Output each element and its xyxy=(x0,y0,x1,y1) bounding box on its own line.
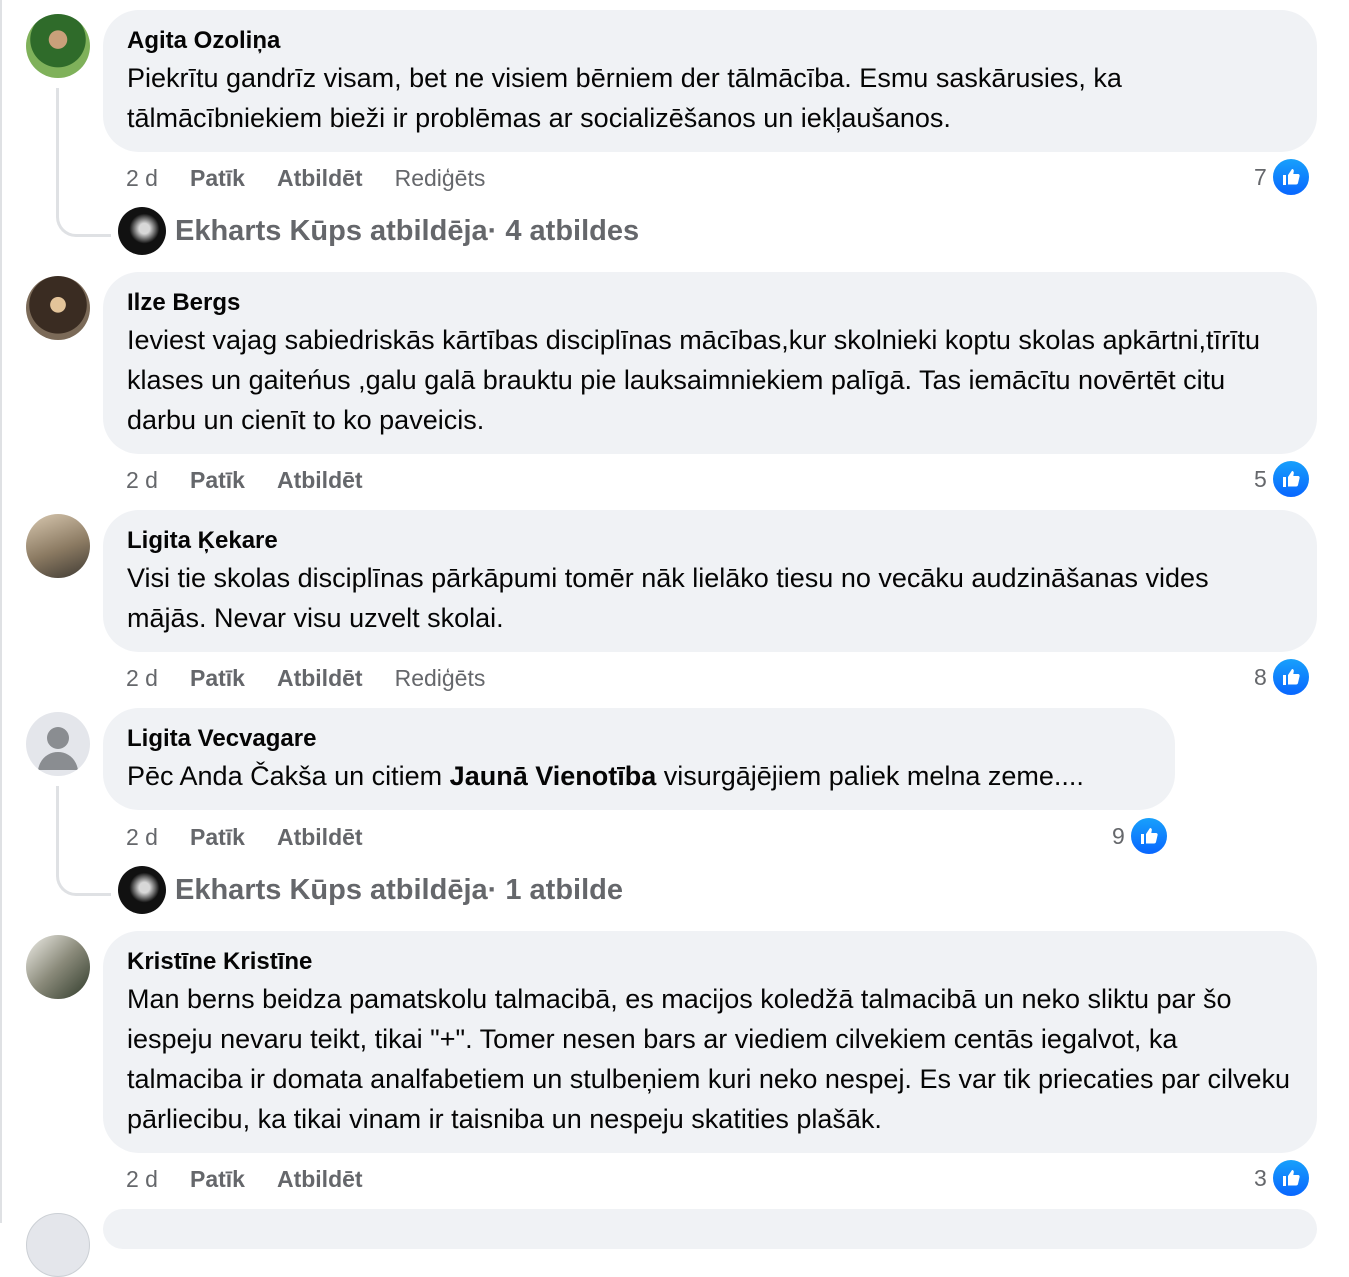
comment-text: Visi tie skolas disciplīnas pārkāpumi to… xyxy=(127,563,1209,633)
reply-button[interactable]: Atbildēt xyxy=(277,467,363,494)
reaction-count[interactable]: 7 xyxy=(1254,157,1311,197)
thumbs-up-icon xyxy=(1270,459,1311,499)
replies-summary[interactable]: Ekharts Kūps atbildēja · 1 atbilde xyxy=(118,866,623,914)
comment-time[interactable]: 2 d xyxy=(126,165,158,192)
avatar[interactable] xyxy=(26,935,90,999)
avatar[interactable] xyxy=(26,712,90,776)
like-button[interactable]: Patīk xyxy=(190,467,245,494)
comment-bubble: Kristīne Kristīne Man berns beidza pamat… xyxy=(103,931,1317,1153)
comment-text-part: visurgājējiem paliek melna zeme.... xyxy=(656,761,1084,791)
avatar xyxy=(118,207,166,255)
reaction-number: 8 xyxy=(1254,663,1267,690)
comment-actions: 2 d Patīk Atbildēt xyxy=(126,464,395,496)
comment-bubble: Agita Ozoliņa Piekrītu gandrīz visam, be… xyxy=(103,10,1317,152)
comment-bubble: Ligita Ķekare Visi tie skolas disciplīna… xyxy=(103,510,1317,652)
reaction-count[interactable]: 8 xyxy=(1254,657,1311,697)
default-avatar-icon xyxy=(38,727,78,770)
thread-connector xyxy=(56,786,111,896)
avatar[interactable] xyxy=(26,514,90,578)
like-button[interactable]: Patīk xyxy=(190,824,245,851)
comment-time[interactable]: 2 d xyxy=(126,467,158,494)
avatar[interactable] xyxy=(26,276,90,340)
thumbs-up-icon xyxy=(1270,157,1311,197)
comment-time[interactable]: 2 d xyxy=(126,665,158,692)
comment-actions: 2 d Patīk Atbildēt xyxy=(126,821,395,853)
comment-time[interactable]: 2 d xyxy=(126,1166,158,1193)
comment-author[interactable]: Agita Ozoliņa xyxy=(127,24,1293,58)
thumbs-up-icon xyxy=(1270,657,1311,697)
comment-author[interactable]: Ligita Vecvagare xyxy=(127,722,1151,756)
comment-author[interactable]: Kristīne Kristīne xyxy=(127,945,1293,979)
reaction-number: 9 xyxy=(1112,822,1125,849)
comment-text-part: Pēc Anda Čakša un citiem xyxy=(127,761,450,791)
reaction-count[interactable]: 3 xyxy=(1254,1158,1311,1198)
replies-author: Ekharts Kūps atbildēja xyxy=(175,873,488,906)
comment-text: Pēc Anda Čakša un citiem Jaunā Vienotība… xyxy=(127,756,1151,796)
replies-count: · 1 atbilde xyxy=(487,873,624,906)
like-button[interactable]: Patīk xyxy=(190,665,245,692)
comment-text: Man berns beidza pamatskolu talmacibā, e… xyxy=(127,984,1291,1134)
reply-button[interactable]: Atbildēt xyxy=(277,1166,363,1193)
edited-label[interactable]: Rediģēts xyxy=(395,165,486,192)
replies-summary[interactable]: Ekharts Kūps atbildēja · 4 atbildes xyxy=(118,207,639,255)
reaction-number: 3 xyxy=(1254,1164,1267,1191)
comment-actions: 2 d Patīk Atbildēt xyxy=(126,1163,395,1195)
reaction-number: 7 xyxy=(1254,163,1267,190)
comment-time[interactable]: 2 d xyxy=(126,824,158,851)
comment-author[interactable]: Ligita Ķekare xyxy=(127,524,1293,558)
comment-bubble: Ligita Vecvagare Pēc Anda Čakša un citie… xyxy=(103,708,1175,810)
frame-border xyxy=(0,0,2,1223)
like-button[interactable]: Patīk xyxy=(190,165,245,192)
thread-connector xyxy=(56,88,111,237)
comment-text: Ieviest vajag sabiedriskās kārtības disc… xyxy=(127,325,1261,435)
avatar[interactable] xyxy=(26,14,90,78)
like-button[interactable]: Patīk xyxy=(190,1166,245,1193)
reaction-number: 5 xyxy=(1254,465,1267,492)
comment-author[interactable]: Ilze Bergs xyxy=(127,286,1293,320)
reply-button[interactable]: Atbildēt xyxy=(277,665,363,692)
comment-actions: 2 d Patīk Atbildēt Rediģēts xyxy=(126,162,517,194)
reaction-count[interactable]: 9 xyxy=(1112,816,1169,856)
edited-label[interactable]: Rediģēts xyxy=(395,665,486,692)
comment-text: Piekrītu gandrīz visam, bet ne visiem bē… xyxy=(127,63,1122,133)
comment-bubble xyxy=(103,1209,1317,1249)
comment-actions: 2 d Patīk Atbildēt Rediģēts xyxy=(126,662,517,694)
thumbs-up-icon xyxy=(1128,816,1169,856)
mentioned-page[interactable]: Jaunā Vienotība xyxy=(450,761,657,791)
replies-author: Ekharts Kūps atbildēja xyxy=(175,214,488,247)
avatar xyxy=(118,866,166,914)
reply-button[interactable]: Atbildēt xyxy=(277,824,363,851)
reaction-count[interactable]: 5 xyxy=(1254,459,1311,499)
thumbs-up-icon xyxy=(1270,1158,1311,1198)
replies-count: · 4 atbildes xyxy=(487,214,640,247)
reply-button[interactable]: Atbildēt xyxy=(277,165,363,192)
comment-bubble: Ilze Bergs Ieviest vajag sabiedriskās kā… xyxy=(103,272,1317,454)
